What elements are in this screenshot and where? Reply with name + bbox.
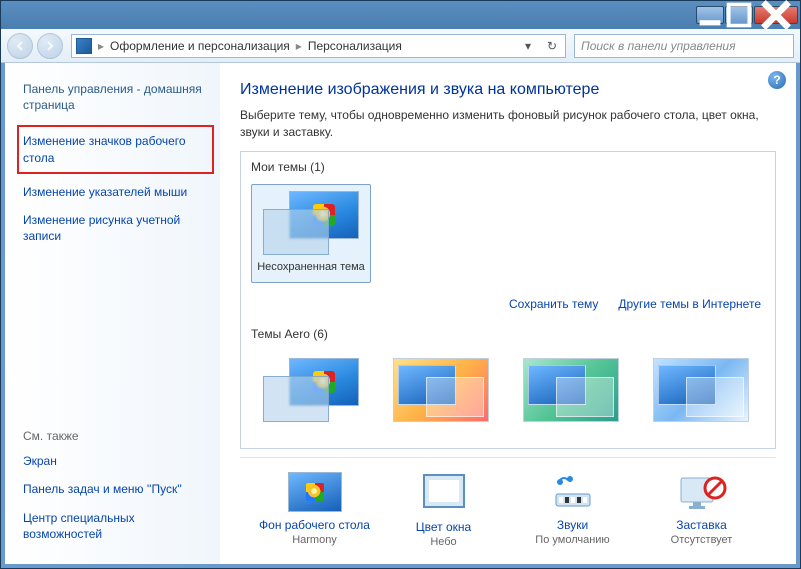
page-desc: Выберите тему, чтобы одновременно измени… — [240, 107, 776, 141]
maximize-button[interactable] — [725, 6, 753, 24]
theme-aero-1[interactable] — [251, 351, 371, 437]
theme-thumbnail — [263, 191, 359, 255]
breadcrumb-appearance[interactable]: Оформление и персонализация — [110, 39, 290, 53]
theme-action-links: Сохранить тему Другие темы в Интернете — [241, 289, 775, 319]
theme-unsaved[interactable]: Несохраненная тема — [251, 184, 371, 283]
my-themes-header: Мои темы (1) — [241, 152, 775, 178]
theme-aero-3[interactable] — [511, 351, 631, 437]
main-content: ? Изменение изображения и звука на компь… — [220, 63, 796, 564]
personalization-window: ▸ Оформление и персонализация ▸ Персонал… — [0, 0, 801, 569]
theme-thumbnail — [393, 358, 489, 422]
chevron-right-icon: ▸ — [296, 39, 302, 53]
desktop-bg-icon — [288, 472, 342, 512]
sidebar-home-link[interactable]: Панель управления - домашняя страница — [23, 81, 210, 113]
titlebar — [1, 1, 800, 29]
window-color-icon — [423, 474, 465, 508]
sidebar-link-mouse-pointers[interactable]: Изменение указателей мыши — [23, 184, 210, 200]
chevron-right-icon: ▸ — [98, 39, 104, 53]
theme-thumbnail — [653, 358, 749, 422]
see-also-label: См. также — [23, 429, 210, 443]
back-button[interactable] — [7, 33, 33, 59]
refresh-button[interactable]: ↻ — [543, 39, 561, 53]
forward-button[interactable] — [37, 33, 63, 59]
save-theme-link[interactable]: Сохранить тему — [509, 297, 598, 311]
setting-desktop-bg[interactable]: Фон рабочего стола Harmony — [255, 472, 375, 548]
theme-label: Несохраненная тема — [256, 261, 366, 274]
sounds-icon — [546, 472, 600, 512]
sidebar-link-desktop-icons[interactable]: Изменение значков рабочего стола — [17, 125, 214, 173]
sidebar-link-account-picture[interactable]: Изменение рисунка учетной записи — [23, 212, 210, 244]
theme-aero-2[interactable] — [381, 351, 501, 437]
control-panel-icon — [76, 38, 92, 54]
body: Панель управления - домашняя страница Из… — [1, 63, 800, 568]
close-button[interactable] — [754, 6, 798, 24]
setting-sounds[interactable]: Звуки По умолчанию — [513, 472, 633, 548]
page-title: Изменение изображения и звука на компьют… — [240, 81, 776, 99]
theme-thumbnail — [523, 358, 619, 422]
breadcrumb-personalization[interactable]: Персонализация — [308, 39, 402, 53]
more-themes-link[interactable]: Другие темы в Интернете — [618, 297, 761, 311]
help-icon[interactable]: ? — [768, 71, 786, 89]
setting-window-color[interactable]: Цвет окна Небо — [384, 472, 504, 548]
see-also-taskbar[interactable]: Панель задач и меню ''Пуск'' — [23, 481, 210, 497]
setting-screensaver[interactable]: Заставка Отсутствует — [642, 472, 762, 548]
theme-aero-4[interactable] — [641, 351, 761, 437]
screensaver-icon — [675, 472, 729, 512]
see-also-display[interactable]: Экран — [23, 453, 210, 469]
theme-thumbnail — [263, 358, 359, 422]
sidebar: Панель управления - домашняя страница Из… — [5, 63, 220, 564]
aero-themes-header: Темы Aero (6) — [241, 319, 775, 345]
see-also-ease-of-access[interactable]: Центр специальных возможностей — [23, 510, 210, 542]
address-dropdown[interactable]: ▾ — [519, 39, 537, 53]
settings-row: Фон рабочего стола Harmony Цвет окна Неб… — [240, 457, 776, 554]
address-bar[interactable]: ▸ Оформление и персонализация ▸ Персонал… — [71, 34, 566, 58]
minimize-button[interactable] — [696, 6, 724, 24]
navbar: ▸ Оформление и персонализация ▸ Персонал… — [1, 29, 800, 63]
search-input[interactable]: Поиск в панели управления — [574, 34, 794, 58]
theme-list[interactable]: Мои темы (1) Несохраненная тема Сохранит… — [240, 151, 776, 449]
